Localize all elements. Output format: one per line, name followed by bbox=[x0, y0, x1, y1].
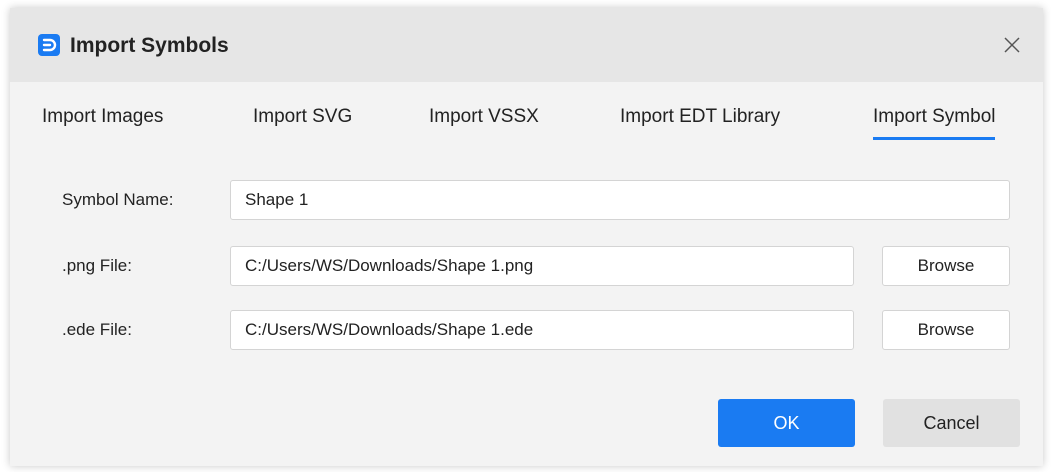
symbol-name-label: Symbol Name: bbox=[62, 190, 174, 209]
ede-file-label: .ede File: bbox=[62, 320, 132, 339]
tab-bar: Import Images Import SVG Import VSSX Imp… bbox=[10, 82, 1043, 152]
dialog-titlebar: Import Symbols bbox=[10, 8, 1043, 82]
import-symbols-dialog: Import Symbols Import Images Import SVG … bbox=[10, 8, 1043, 466]
ede-browse-button[interactable]: Browse bbox=[882, 310, 1010, 350]
png-file-label: .png File: bbox=[62, 256, 132, 275]
cancel-button[interactable]: Cancel bbox=[883, 399, 1020, 447]
tab-import-svg[interactable]: Import SVG bbox=[253, 104, 352, 130]
ede-file-input[interactable]: C:/Users/WS/Downloads/Shape 1.ede bbox=[230, 310, 854, 350]
png-browse-button[interactable]: Browse bbox=[882, 246, 1010, 286]
symbol-name-input[interactable]: Shape 1 bbox=[230, 180, 1010, 220]
ok-button[interactable]: OK bbox=[718, 399, 855, 447]
tab-import-images[interactable]: Import Images bbox=[42, 104, 163, 130]
close-icon[interactable] bbox=[999, 32, 1025, 58]
app-logo-icon bbox=[38, 34, 60, 56]
dialog-title: Import Symbols bbox=[70, 34, 229, 57]
tab-import-edt-library[interactable]: Import EDT Library bbox=[620, 104, 780, 130]
tab-import-vssx[interactable]: Import VSSX bbox=[429, 104, 539, 130]
tab-import-symbol[interactable]: Import Symbol bbox=[873, 104, 996, 140]
png-file-input[interactable]: C:/Users/WS/Downloads/Shape 1.png bbox=[230, 246, 854, 286]
